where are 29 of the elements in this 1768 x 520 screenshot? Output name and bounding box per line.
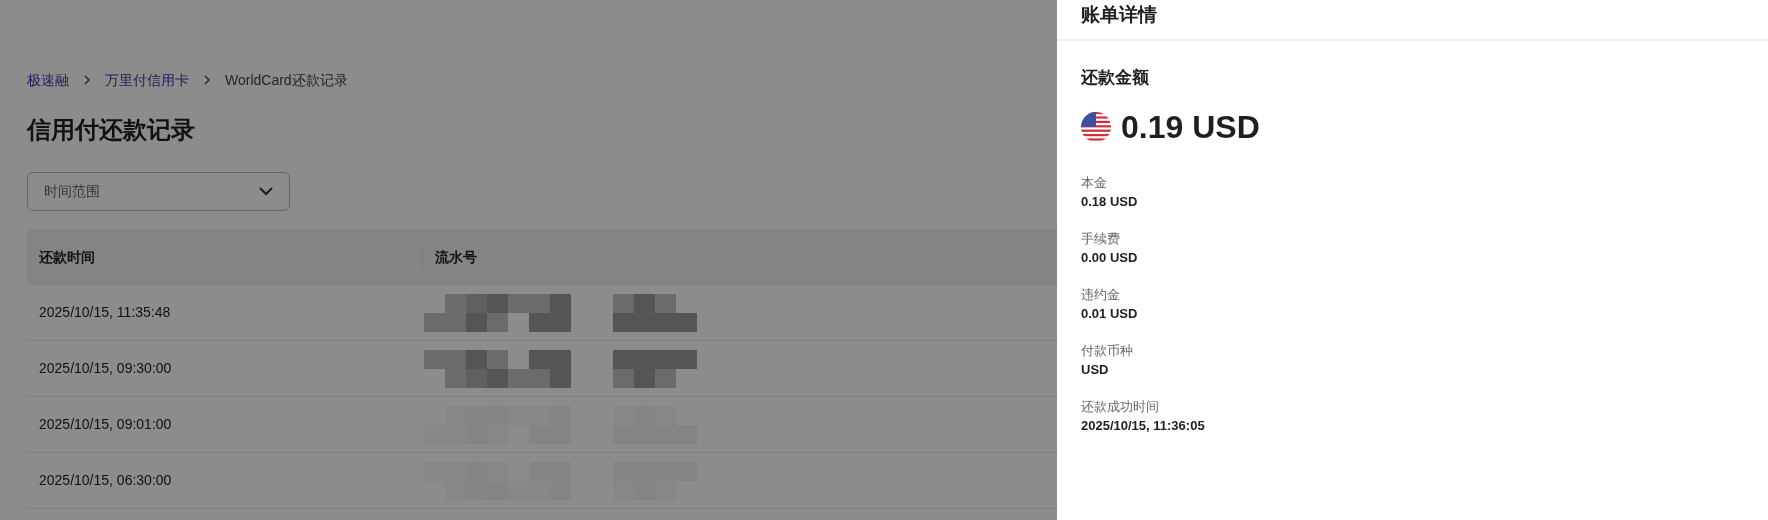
table-cell-text: 2025/10/15, 09:01:00 — [38, 415, 173, 434]
field-label: 还款成功时间 — [1081, 397, 1160, 416]
time-range-dropdown[interactable]: 时间范围 — [27, 172, 290, 211]
field-label: 手续费 — [1081, 229, 1121, 248]
chevron-down-icon — [259, 187, 273, 196]
breadcrumb-link[interactable]: 极速融 — [27, 69, 69, 91]
page-title: 信用付还款记录 — [27, 115, 196, 145]
chevron-right-icon — [203, 75, 211, 85]
column-header: 流水号 — [422, 245, 477, 269]
field-value: 2025/10/15, 11:36:05 — [1081, 416, 1206, 435]
field-value: 0.18 USD — [1081, 192, 1139, 211]
table-cell-text: 2025/10/15, 11:35:48 — [38, 303, 172, 322]
field-label: 违约金 — [1081, 285, 1121, 304]
amount-value: 0.19 USD — [1121, 107, 1260, 147]
placeholder-text: 时间范围 — [44, 182, 100, 201]
breadcrumb-link[interactable]: 万里付信用卡 — [105, 69, 189, 91]
field-value: USD — [1081, 360, 1110, 379]
column-header: 还款时间 — [38, 247, 96, 267]
table-cell-text: 2025/10/15, 09:30:00 — [38, 359, 173, 378]
drawer-title: 账单详情 — [1081, 3, 1157, 27]
field-value: 0.01 USD — [1081, 304, 1139, 323]
amount-label: 还款金额 — [1081, 67, 1150, 89]
field-value: 0.00 USD — [1081, 248, 1139, 267]
breadcrumb-current: WorldCard还款记录 — [225, 70, 348, 90]
chevron-right-icon — [83, 75, 91, 85]
table-cell-text: 2025/10/15, 06:30:00 — [38, 471, 173, 490]
flag-icon — [1081, 111, 1111, 142]
field-label: 本金 — [1081, 173, 1108, 192]
field-label: 付款币种 — [1081, 341, 1134, 360]
